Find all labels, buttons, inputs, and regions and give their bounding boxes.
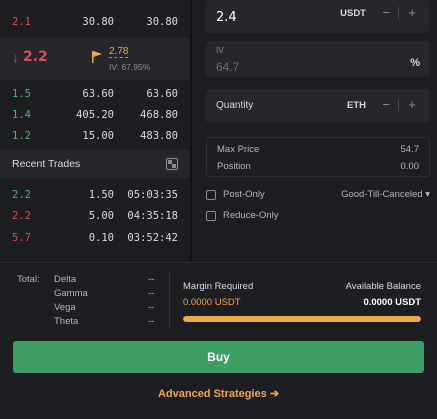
available-balance-value: 0.0000 USDT (363, 297, 421, 308)
mark-price[interactable]: 2.78 (109, 46, 129, 58)
recent-trades-title: Recent Trades (12, 158, 81, 170)
bid-price: 1.5 (12, 88, 31, 100)
bid-total: 63.60 (146, 88, 178, 100)
bid-total: 483.80 (140, 130, 178, 142)
margin-required-value: 0.0000 USDT (183, 297, 241, 308)
trade-price: 5.7 (12, 232, 31, 244)
trade-time: 03:52:42 (127, 232, 178, 244)
ask-total: 30.80 (146, 16, 178, 28)
greek-value: -- (148, 302, 155, 313)
bottom-panel: Total: Delta -- Gamma -- Vega -- Theta -… (0, 262, 437, 419)
orderbook-bid-row[interactable]: 1.5 63.60 63.60 (0, 84, 190, 104)
position-label: Position (217, 161, 251, 172)
bid-total: 468.80 (140, 109, 178, 121)
bid-size: 15.00 (82, 130, 114, 142)
trade-time: 04:35:18 (127, 210, 178, 222)
quantity-field[interactable]: Quantity ETH − + (206, 89, 430, 123)
bid-size: 63.60 (82, 88, 114, 100)
iv-unit: % (410, 57, 420, 69)
trade-size: 5.00 (88, 210, 114, 222)
greek-name: Vega (54, 302, 76, 313)
mid-price-row: ↓ 2.2 2.78 IV: 67.95% (0, 38, 190, 80)
iv-input[interactable]: 64.7 (216, 60, 239, 74)
price-decrement-button[interactable]: − (382, 6, 390, 20)
greek-name: Gamma (54, 288, 88, 299)
post-only-checkbox[interactable] (206, 190, 216, 200)
greek-name: Delta (54, 274, 77, 285)
post-only-row: Post-Only Good-Till-Canceled ▾ (206, 189, 430, 203)
order-info-box: Max Price 54.7 Position 0.00 (206, 137, 430, 177)
last-price: 2.2 (23, 49, 48, 65)
buy-button[interactable]: Buy (13, 341, 424, 373)
divider (169, 271, 170, 329)
divider (398, 99, 399, 111)
arrow-down-icon: ↓ (12, 50, 19, 65)
quantity-label: Quantity (216, 100, 254, 111)
ask-size: 30.80 (82, 16, 114, 28)
reduce-only-row: Reduce-Only (206, 210, 430, 224)
bid-price: 1.2 (12, 130, 31, 142)
greek-value: -- (148, 288, 155, 299)
price-increment-button[interactable]: + (408, 6, 416, 20)
trade-row: 2.2 1.50 05:03:35 (0, 185, 190, 205)
trade-row: 5.7 0.10 03:52:42 (0, 228, 190, 248)
orderbook-bid-row[interactable]: 1.4 405.20 468.80 (0, 105, 190, 125)
greek-value: -- (148, 316, 155, 327)
greek-name: Theta (54, 316, 79, 327)
max-price-label: Max Price (217, 144, 260, 155)
trade-size: 1.50 (88, 189, 114, 201)
order-form: 2.4 USDT − + IV 64.7 % Quantity ETH − + … (190, 0, 437, 262)
flag-icon (92, 51, 102, 63)
margin-progress-fill (183, 316, 421, 322)
orderbook-ask-row[interactable]: 2.1 30.80 30.80 (0, 12, 190, 32)
advanced-strategies-link[interactable]: Advanced Strategies ➔ (0, 387, 437, 400)
iv-field[interactable]: IV 64.7 % (206, 41, 430, 77)
trade-size: 0.10 (88, 232, 114, 244)
margin-progress-bar (183, 316, 421, 322)
max-price-value: 54.7 (400, 144, 420, 155)
quantity-unit: ETH (347, 100, 366, 111)
reduce-only-checkbox[interactable] (206, 211, 216, 221)
trade-time: 05:03:35 (127, 189, 178, 201)
trade-row: 2.2 5.00 04:35:18 (0, 206, 190, 226)
price-field[interactable]: 2.4 USDT − + (206, 0, 430, 33)
divider (398, 7, 399, 19)
bid-price: 1.4 (12, 109, 31, 121)
available-balance-label: Available Balance (345, 281, 421, 292)
recent-trades-header: Recent Trades (0, 150, 190, 178)
trade-price: 2.2 (12, 210, 31, 222)
price-input[interactable]: 2.4 (216, 10, 237, 25)
position-value: 0.00 (400, 161, 420, 172)
orderbook-bid-row[interactable]: 1.2 15.00 483.80 (0, 126, 190, 146)
time-in-force-select[interactable]: Good-Till-Canceled ▾ (341, 189, 430, 200)
orderbook-panel: 2.1 30.80 30.80 ↓ 2.2 2.78 IV: 67.95% 1.… (0, 0, 190, 262)
bid-size: 405.20 (76, 109, 114, 121)
greeks-total-label: Total: (17, 274, 40, 285)
greek-value: -- (148, 274, 155, 285)
quantity-increment-button[interactable]: + (408, 98, 416, 112)
reduce-only-label[interactable]: Reduce-Only (223, 210, 278, 221)
mark-iv: IV: 67.95% (109, 62, 151, 72)
margin-required-label: Margin Required (183, 281, 254, 292)
expand-icon[interactable] (166, 158, 178, 170)
quantity-decrement-button[interactable]: − (382, 98, 390, 112)
price-unit: USDT (340, 8, 366, 19)
trade-price: 2.2 (12, 189, 31, 201)
iv-label: IV (216, 46, 224, 55)
post-only-label[interactable]: Post-Only (223, 189, 265, 200)
ask-price: 2.1 (12, 16, 31, 28)
